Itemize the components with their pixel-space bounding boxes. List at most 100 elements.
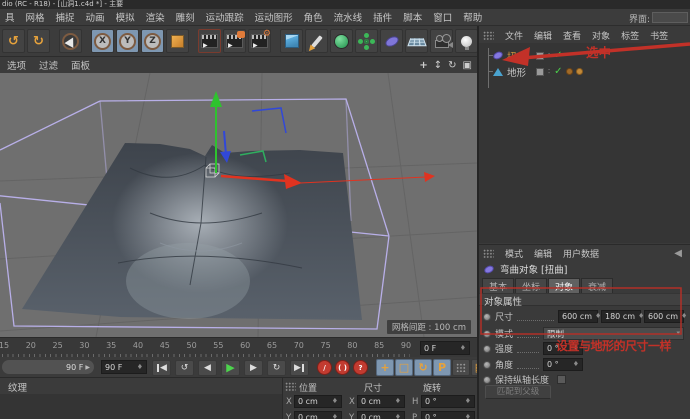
- object-manager-list[interactable]: 扭曲 ∶ ✓ 地形 ∶ ✓: [479, 43, 690, 243]
- add-spline-button[interactable]: [305, 29, 328, 53]
- panel-handle-icon[interactable]: [483, 31, 494, 40]
- menubar-item-12[interactable]: 脚本: [403, 10, 422, 24]
- next-key-button[interactable]: ▶: [244, 359, 263, 376]
- visibility-dots-icon[interactable]: ∶: [548, 67, 550, 76]
- history-back-icon[interactable]: ◀: [674, 248, 682, 259]
- render-view-button[interactable]: [198, 29, 221, 53]
- menubar-item-1[interactable]: 网格: [26, 10, 45, 24]
- am-menu-item-2[interactable]: 用户数据: [563, 247, 599, 260]
- om-menu-item-3[interactable]: 对象: [592, 29, 610, 42]
- range-handle-icon[interactable]: ▶: [85, 364, 90, 371]
- panel-handle-icon[interactable]: [285, 382, 296, 391]
- menubar-item-9[interactable]: 角色: [304, 10, 323, 24]
- menubar-item-11[interactable]: 插件: [373, 10, 392, 24]
- render-settings-button[interactable]: ⚙: [248, 29, 271, 53]
- size-z-input[interactable]: 600 cm ♦: [644, 310, 687, 323]
- rotation-p-field[interactable]: 0 ° ♦: [421, 411, 475, 419]
- enabled-check-icon[interactable]: ✓: [554, 66, 562, 77]
- prev-key-button[interactable]: ◀: [198, 359, 217, 376]
- animation-dot-icon[interactable]: [483, 375, 491, 384]
- animation-dot-icon[interactable]: [483, 312, 491, 321]
- tab-2[interactable]: 对象: [548, 278, 581, 294]
- interface-dropdown[interactable]: [652, 12, 688, 23]
- menubar-item-5[interactable]: 渲染: [146, 10, 165, 24]
- axis-x-lock[interactable]: X: [91, 29, 114, 53]
- om-menu-item-1[interactable]: 编辑: [534, 29, 552, 42]
- position-x-field[interactable]: 0 cm ♦: [294, 395, 342, 408]
- material-list-area[interactable]: [0, 394, 282, 419]
- menubar-item-4[interactable]: 模拟: [116, 10, 135, 24]
- light-button[interactable]: [455, 29, 478, 53]
- pan-icon[interactable]: +: [419, 60, 427, 71]
- visibility-dots-icon[interactable]: ∶: [548, 51, 550, 60]
- dolly-icon[interactable]: ↕: [434, 60, 442, 71]
- play-reverse-button[interactable]: ↺: [175, 359, 194, 376]
- material-menu-label[interactable]: 纹理: [0, 378, 282, 394]
- position-y-field[interactable]: 0 cm ♦: [294, 411, 342, 419]
- size-y-field[interactable]: 0 cm ♦: [357, 411, 405, 419]
- size-x-field[interactable]: 0 cm ♦: [357, 395, 405, 408]
- menubar-item-3[interactable]: 动画: [86, 10, 105, 24]
- enabled-check-icon[interactable]: ✓: [554, 50, 562, 61]
- om-menu-item-2[interactable]: 查看: [563, 29, 581, 42]
- rotation-h-field[interactable]: 0 ° ♦: [421, 395, 475, 408]
- array-generator-button[interactable]: [355, 29, 378, 53]
- menubar-item-0[interactable]: 具: [5, 10, 15, 24]
- menubar-item-10[interactable]: 流水线: [334, 10, 363, 24]
- autokey-button[interactable]: P: [433, 359, 451, 376]
- tab-0[interactable]: 基本: [482, 278, 515, 294]
- phong-tag-icon[interactable]: [565, 68, 573, 75]
- axis-z-lock[interactable]: Z: [141, 29, 164, 53]
- stepper-icon[interactable]: ♦: [457, 344, 466, 352]
- om-menu-item-4[interactable]: 标签: [621, 29, 639, 42]
- keyframe-selection-button[interactable]: [452, 359, 470, 376]
- undo-button[interactable]: ↺: [2, 29, 25, 53]
- animation-dot-icon[interactable]: [483, 360, 491, 369]
- stepper-icon[interactable]: ♦: [134, 363, 143, 371]
- tag-icon[interactable]: [575, 68, 583, 75]
- menubar-item-8[interactable]: 运动图形: [255, 10, 293, 24]
- menubar-item-7[interactable]: 运动跟踪: [206, 10, 244, 24]
- tab-3[interactable]: 衰减: [581, 278, 614, 294]
- menubar-item-6[interactable]: 雕刻: [176, 10, 195, 24]
- object-name[interactable]: 地形: [507, 65, 526, 79]
- angle-input[interactable]: 0 ° ♦: [543, 358, 583, 371]
- object-row-landscape[interactable]: 地形 ∶ ✓: [479, 64, 690, 79]
- preview-range-slider[interactable]: 90 F ▶: [2, 360, 94, 374]
- axis-y-lock[interactable]: Y: [116, 29, 139, 53]
- deformer-button[interactable]: [380, 29, 403, 53]
- orbit-icon[interactable]: ↻: [448, 60, 456, 71]
- visibility-toggle[interactable]: [536, 51, 545, 60]
- toggle-view-icon[interactable]: ▣: [463, 60, 472, 71]
- current-frame-field[interactable]: 90 F ♦: [101, 360, 147, 374]
- record-params-button[interactable]: ( ): [335, 360, 350, 375]
- keyframe-position-button[interactable]: +: [376, 359, 394, 376]
- render-picture-viewer-button[interactable]: [223, 29, 246, 53]
- mode-dropdown[interactable]: 限制 ▾: [543, 327, 684, 340]
- animation-dot-icon[interactable]: [483, 344, 491, 353]
- match-to-parent-button[interactable]: 匹配到父级: [485, 385, 551, 399]
- timeline-ruler[interactable]: 15 20 25 30 35 40 45 50 55 60 65 70 75 80 85 90 0 F ♦: [0, 337, 477, 357]
- tab-1[interactable]: 坐标: [515, 278, 548, 294]
- camera-button[interactable]: [430, 29, 453, 53]
- menubar-item-13[interactable]: 窗口: [433, 10, 452, 24]
- add-cube-button[interactable]: [280, 29, 303, 53]
- keyframe-scale-button[interactable]: □: [395, 359, 413, 376]
- frame-offset-field[interactable]: 0 F ♦: [420, 341, 470, 355]
- menubar-item-14[interactable]: 帮助: [463, 10, 482, 24]
- viewport-menu-item-0[interactable]: 选项: [7, 58, 26, 72]
- subdivision-surface-button[interactable]: [330, 29, 353, 53]
- viewport-menu-item-2[interactable]: 面板: [71, 58, 90, 72]
- size-x-input[interactable]: 600 cm ♦: [558, 310, 601, 323]
- live-selection-button[interactable]: [59, 29, 82, 53]
- menubar-item-2[interactable]: 捕捉: [56, 10, 75, 24]
- keyframe-rotation-button[interactable]: ↻: [414, 359, 432, 376]
- coordinate-system-button[interactable]: [166, 29, 189, 53]
- redo-button[interactable]: ↻: [27, 29, 50, 53]
- keep-axis-checkbox[interactable]: [557, 375, 567, 384]
- om-menu-item-5[interactable]: 书签: [650, 29, 668, 42]
- record-keyframe-button[interactable]: /: [317, 360, 332, 375]
- goto-start-button[interactable]: ◀: [152, 359, 171, 376]
- environment-button[interactable]: [405, 29, 428, 53]
- panel-handle-icon[interactable]: [483, 249, 494, 258]
